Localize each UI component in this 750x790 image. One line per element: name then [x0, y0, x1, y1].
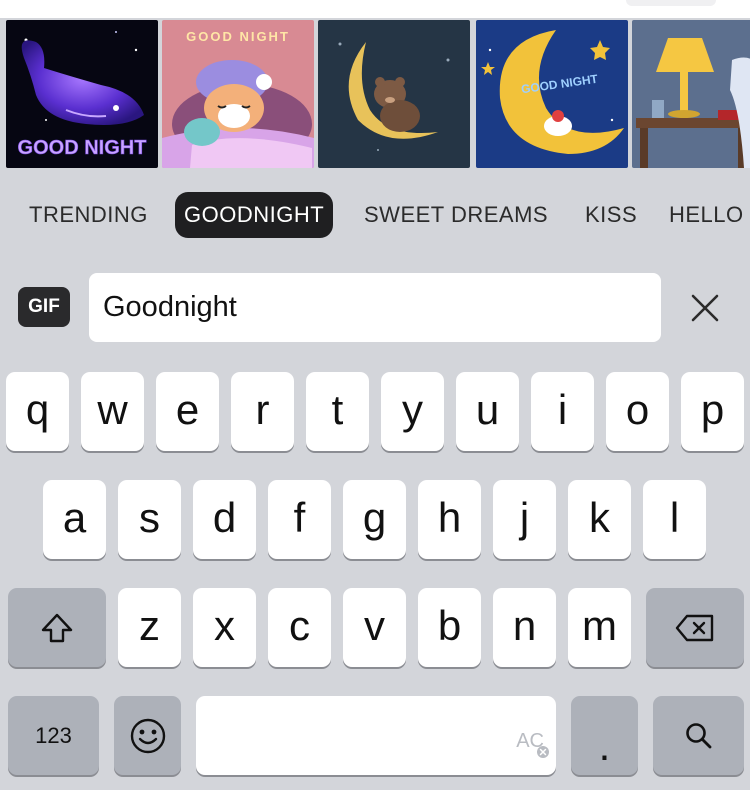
key-d[interactable]: d	[193, 480, 256, 559]
gif-result-lamp-nightstand[interactable]	[632, 20, 750, 168]
gif-result-sleepy-bunny[interactable]: GOOD NIGHT	[162, 20, 314, 168]
backspace-icon	[675, 614, 714, 641]
key-label: n	[512, 601, 537, 649]
backspace-key[interactable]	[646, 588, 744, 667]
key-label: x	[214, 601, 235, 649]
key-label: k	[589, 493, 610, 541]
gif-result-goodnight-moon[interactable]: GOOD NIGHT	[476, 20, 628, 168]
sleepy-bunny-gif-image: GOOD NIGHT	[162, 20, 314, 168]
clear-search-button[interactable]	[684, 287, 726, 329]
numbers-key[interactable]: 123	[8, 696, 99, 775]
key-label: q	[25, 385, 50, 433]
gif-results-row[interactable]: GOOD NIGHT GOOD NIGHT GOOD NIGHT	[0, 20, 750, 168]
key-label: b	[437, 601, 462, 649]
key-r[interactable]: r	[231, 372, 294, 451]
lamp-nightstand-gif-image	[632, 20, 750, 168]
search-icon	[685, 722, 711, 748]
key-y[interactable]: y	[381, 372, 444, 451]
key-label: h	[437, 493, 462, 541]
emoji-icon	[130, 718, 165, 753]
space-key[interactable]: AC	[196, 696, 556, 775]
key-x[interactable]: x	[193, 588, 256, 667]
shift-key[interactable]	[8, 588, 106, 667]
key-p[interactable]: p	[681, 372, 744, 451]
key-label: u	[475, 385, 500, 433]
goodnight-moon-gif-image: GOOD NIGHT	[476, 20, 628, 168]
key-label: e	[175, 385, 200, 433]
gif-search-input[interactable]	[89, 273, 661, 342]
key-n[interactable]: n	[493, 588, 556, 667]
key-q[interactable]: q	[6, 372, 69, 451]
key-t[interactable]: t	[306, 372, 369, 451]
key-label: a	[62, 493, 87, 541]
key-label: o	[625, 385, 650, 433]
whale-gif-image: GOOD NIGHT	[6, 20, 158, 168]
key-g[interactable]: g	[343, 480, 406, 559]
key-label: z	[139, 601, 160, 649]
key-label: d	[212, 493, 237, 541]
shift-icon	[41, 613, 73, 642]
key-k[interactable]: k	[568, 480, 631, 559]
key-m[interactable]: m	[568, 588, 631, 667]
key-z[interactable]: z	[118, 588, 181, 667]
gif-caption-whale: GOOD NIGHT	[18, 137, 147, 159]
numbers-key-label: 123	[35, 722, 72, 748]
key-label: s	[139, 493, 160, 541]
key-s[interactable]: s	[118, 480, 181, 559]
key-i[interactable]: i	[531, 372, 594, 451]
key-label: m	[582, 601, 617, 649]
key-u[interactable]: u	[456, 372, 519, 451]
key-label: t	[331, 385, 344, 433]
key-v[interactable]: v	[343, 588, 406, 667]
autocorrect-badge: AC	[516, 709, 549, 758]
key-label: l	[669, 493, 680, 541]
gif-result-bear-moon[interactable]	[318, 20, 470, 168]
key-a[interactable]: a	[43, 480, 106, 559]
key-j[interactable]: j	[493, 480, 556, 559]
key-label: r	[255, 385, 270, 433]
category-chips: TRENDING GOODNIGHT SWEET DREAMS KISS HEL…	[0, 192, 750, 238]
key-w[interactable]: w	[81, 372, 144, 451]
period-key-label: .	[598, 721, 611, 769]
emoji-key[interactable]	[114, 696, 181, 775]
key-f[interactable]: f	[268, 480, 331, 559]
key-l[interactable]: l	[643, 480, 706, 559]
bear-moon-gif-image	[318, 20, 470, 168]
key-h[interactable]: h	[418, 480, 481, 559]
top-strip	[0, 0, 750, 18]
key-label: j	[519, 493, 530, 541]
chip-kiss[interactable]: KISS	[585, 192, 637, 238]
key-label: w	[97, 385, 128, 433]
key-o[interactable]: o	[606, 372, 669, 451]
key-e[interactable]: e	[156, 372, 219, 451]
chip-trending[interactable]: TRENDING	[29, 192, 148, 238]
key-label: v	[364, 601, 385, 649]
search-key[interactable]	[653, 696, 744, 775]
key-c[interactable]: c	[268, 588, 331, 667]
key-label: g	[362, 493, 387, 541]
chip-goodnight[interactable]: GOODNIGHT	[175, 192, 334, 238]
key-label: y	[402, 385, 423, 433]
chip-sweet-dreams[interactable]: SWEET DREAMS	[364, 192, 548, 238]
autocorrect-close-icon	[537, 746, 549, 758]
period-key[interactable]: .	[571, 696, 638, 775]
gif-result-whale[interactable]: GOOD NIGHT	[6, 20, 158, 168]
gif-keyboard-screen: GOOD NIGHT GOOD NIGHT GOOD NIGHT TRENDIN…	[0, 0, 750, 790]
chip-hello[interactable]: HELLO	[669, 192, 744, 238]
gif-badge: GIF	[18, 287, 70, 327]
key-label: c	[289, 601, 310, 649]
key-label: f	[293, 493, 306, 541]
key-label: p	[700, 385, 725, 433]
gif-caption-bunny: GOOD NIGHT	[186, 29, 290, 44]
close-icon	[691, 294, 719, 322]
key-b[interactable]: b	[418, 588, 481, 667]
key-label: i	[557, 385, 568, 433]
